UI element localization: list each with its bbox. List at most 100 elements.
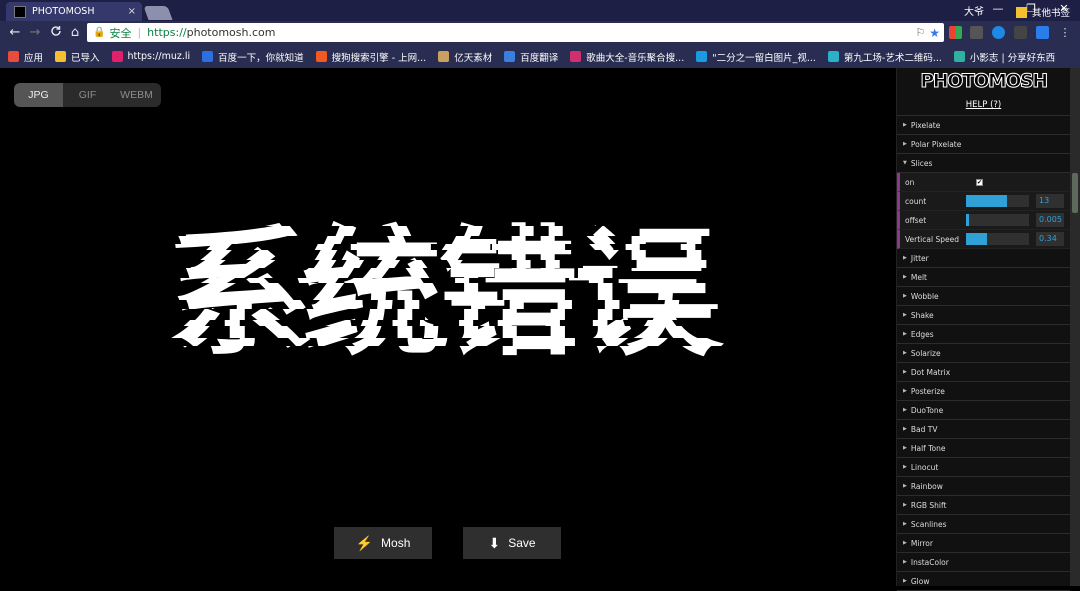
bookmark-item[interactable]: 已导入 — [55, 50, 100, 64]
bookmark-item[interactable]: 歌曲大全-音乐聚合搜... — [570, 50, 684, 64]
slices-speed-value[interactable]: 0.34 — [1036, 232, 1064, 246]
effect-label: Scanlines — [910, 519, 947, 529]
effect-item[interactable]: ▶ Mirror — [897, 534, 1070, 553]
effect-item[interactable]: ▶ Polar Pixelate — [897, 135, 1070, 154]
bookmark-item[interactable]: https://muz.li — [111, 51, 191, 62]
effect-item[interactable]: ▶ Melt — [897, 268, 1070, 287]
caret-right-icon: ▶ — [903, 141, 907, 147]
effect-item[interactable]: ▶ Shake — [897, 306, 1070, 325]
bookmark-label: 百度一下，你就知道 — [218, 52, 304, 64]
format-jpg-button[interactable]: JPG — [14, 83, 63, 107]
caret-right-icon: ▶ — [903, 445, 907, 451]
new-tab-button[interactable] — [143, 6, 173, 20]
format-webm-button[interactable]: WEBM — [112, 83, 161, 107]
caret-right-icon: ▶ — [903, 122, 907, 128]
secure-label: 安全 — [109, 26, 132, 40]
caret-right-icon: ▶ — [903, 388, 907, 394]
menu-icon[interactable]: ⋮ — [1057, 25, 1073, 41]
effect-label: Polar Pixelate — [910, 139, 962, 149]
bookmark-item[interactable]: 小影志 | 分享好东西 — [953, 50, 1056, 64]
caret-right-icon: ▶ — [903, 502, 907, 508]
slices-on-checkbox[interactable]: ✔ — [976, 178, 983, 186]
effects-list-bottom: ▶ Jitter ▶ Melt ▶ Wobble ▶ Shake ▶ Edges ▶ Solarize… — [897, 249, 1070, 591]
effect-item[interactable]: ▶ Glow — [897, 572, 1070, 591]
tab-photomosh[interactable]: PHOTOMOSH × — [6, 2, 142, 21]
glitch-slice-text: 系统错误 — [174, 226, 722, 236]
effect-item[interactable]: ▶ DuoTone — [897, 401, 1070, 420]
caret-right-icon: ▶ — [903, 559, 907, 565]
effect-item[interactable]: ▶ Dot Matrix — [897, 363, 1070, 382]
effect-item[interactable]: ▶ Jitter — [897, 249, 1070, 268]
extension-p-icon[interactable] — [1036, 26, 1049, 39]
bookmark-label: 亿天素材 — [454, 52, 493, 64]
home-icon[interactable]: ⌂ — [67, 25, 83, 41]
bookmark-label: https://muz.li — [127, 51, 191, 62]
glitch-slice: 系统错误 — [166, 244, 736, 250]
bookmark-favicon-icon — [315, 51, 327, 62]
glitch-slice-text: 系统错误 — [166, 244, 708, 250]
effect-label: Half Tone — [910, 443, 946, 453]
slices-count-value[interactable]: 13 — [1036, 194, 1064, 208]
effect-item[interactable]: ▶ Scanlines — [897, 515, 1070, 534]
effect-item[interactable]: ▶ RGB Shift — [897, 496, 1070, 515]
extension-download-icon[interactable] — [970, 26, 983, 39]
effect-item[interactable]: ▶ Wobble — [897, 287, 1070, 306]
bookmark-item[interactable]: 第九工场-艺术二维码... — [827, 50, 942, 64]
effect-item[interactable]: ▶ Linocut — [897, 458, 1070, 477]
effect-item[interactable]: ▶ Half Tone — [897, 439, 1070, 458]
bookmark-item[interactable]: 亿天素材 — [438, 50, 492, 64]
format-selector: JPG GIF WEBM — [14, 83, 161, 107]
reload-icon[interactable] — [48, 25, 64, 42]
effect-item[interactable]: ▶ Solarize — [897, 344, 1070, 363]
effect-label: Mirror — [910, 538, 933, 548]
effect-item[interactable]: ▶ Rainbow — [897, 477, 1070, 496]
effect-item[interactable]: ▼ Slices — [897, 154, 1070, 173]
bookmark-item[interactable]: 应用 — [8, 50, 43, 64]
bookmark-label: 小影志 | 分享好东西 — [969, 52, 1056, 64]
effect-item[interactable]: ▶ Edges — [897, 325, 1070, 344]
save-button[interactable]: ⬇ Save — [463, 527, 561, 559]
slices-offset-row: offset 0.005 — [897, 211, 1070, 230]
bookmark-favicon-icon — [202, 51, 214, 62]
slices-offset-fill — [966, 214, 969, 226]
tab-close-icon[interactable]: × — [128, 6, 136, 17]
scrollbar-thumb[interactable] — [1072, 173, 1078, 213]
slices-offset-value[interactable]: 0.005 — [1036, 213, 1064, 227]
minimize-icon[interactable]: — — [982, 0, 1014, 20]
panel-scrollbar[interactable] — [1070, 68, 1080, 586]
slices-speed-slider[interactable] — [966, 233, 1029, 245]
translate-icon[interactable]: ⚐ — [915, 26, 925, 39]
effect-item[interactable]: ▶ InstaColor — [897, 553, 1070, 572]
help-link[interactable]: HELP (?) — [897, 95, 1070, 116]
bookmark-other[interactable]: 其他书签 — [1015, 5, 1070, 19]
caret-right-icon: ▶ — [903, 369, 907, 375]
bookmark-favicon-icon — [8, 51, 19, 62]
bookmark-star-icon[interactable]: ★ — [929, 26, 940, 40]
slices-count-slider[interactable] — [966, 195, 1029, 207]
effect-item[interactable]: ▶ Posterize — [897, 382, 1070, 401]
extension-bookmark-icon[interactable] — [1014, 26, 1027, 39]
extension-edge-icon[interactable] — [992, 26, 1005, 39]
address-bar[interactable]: 🔒 安全 | https://photomosh.com ⚐ ★ — [87, 23, 944, 42]
slices-count-label: count — [905, 196, 927, 206]
url-host: photomosh.com — [186, 26, 276, 39]
bookmark-item[interactable]: 搜狗搜索引擎 - 上网... — [315, 50, 426, 64]
bookmark-item[interactable]: 百度翻译 — [504, 50, 558, 64]
back-icon[interactable]: ← — [7, 25, 23, 41]
format-gif-button[interactable]: GIF — [63, 83, 112, 107]
mosh-button[interactable]: ⚡ Mosh — [334, 527, 432, 559]
canvas-text: 系统错误 — [166, 213, 714, 376]
slices-offset-slider[interactable] — [966, 214, 1029, 226]
download-icon: ⬇ — [488, 534, 501, 551]
bookmark-item[interactable]: "二分之一留白图片_视... — [696, 50, 816, 64]
forward-icon[interactable]: → — [27, 25, 43, 41]
extension-color-icon[interactable] — [949, 26, 962, 39]
effect-item[interactable]: ▶ Bad TV — [897, 420, 1070, 439]
caret-right-icon: ▶ — [903, 540, 907, 546]
photomosh-favicon-icon — [14, 5, 26, 18]
effects-panel: PHOTOMOSH HELP (?) ▶ Pixelate ▶ Polar Pixel… — [896, 68, 1070, 591]
bookmark-item[interactable]: 百度一下，你就知道 — [202, 50, 304, 64]
effect-item[interactable]: ▶ Pixelate — [897, 116, 1070, 135]
bookmark-favicon-icon — [953, 51, 965, 62]
profile-name[interactable]: 大爷 — [964, 3, 984, 18]
